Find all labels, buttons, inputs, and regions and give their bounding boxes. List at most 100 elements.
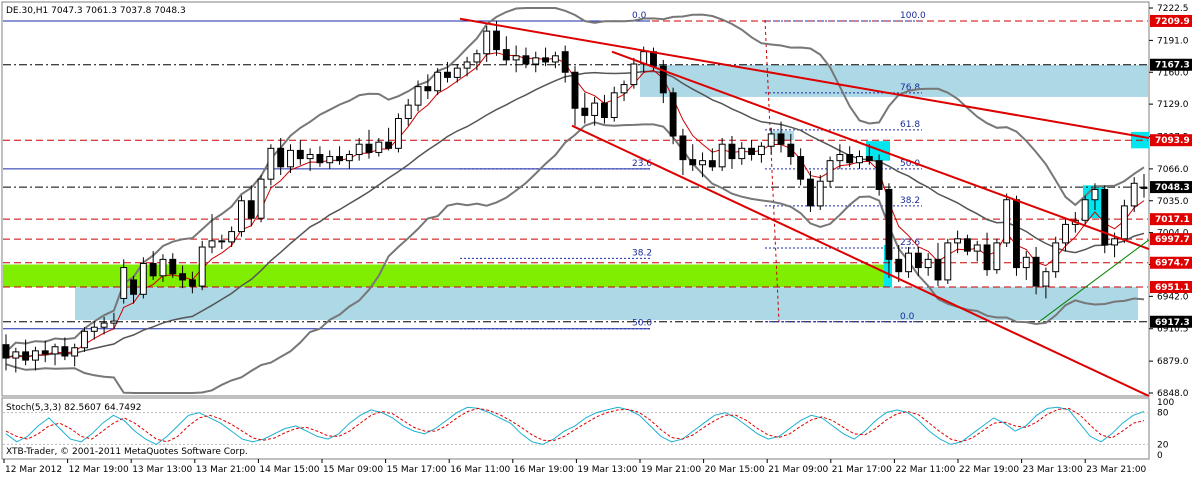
candle-body [787, 143, 795, 158]
candle-body [620, 84, 628, 94]
candle [267, 144, 275, 186]
candle-body [934, 258, 942, 281]
main-panel-frame [1, 1, 1150, 397]
candle-body [149, 262, 157, 277]
candle-body [228, 231, 236, 243]
candle-body [326, 156, 334, 164]
zone-upper-blue [640, 65, 1148, 97]
candle-body [650, 51, 657, 67]
candle-body [944, 242, 952, 281]
candle-body [41, 350, 49, 355]
candle-body [856, 156, 863, 164]
candle-body [581, 107, 589, 116]
price-tag-label: 6974.7 [1155, 259, 1190, 269]
price-chart: 0.023.638.250.0100.076.861.850.038.223.6… [1, 1, 1192, 475]
candle-body [699, 160, 706, 166]
time-tick-label: 19 Mar 13:00 [577, 465, 637, 475]
candle-body [22, 351, 30, 361]
price-tick-label: 7191.0 [1157, 36, 1189, 46]
candle-body [1052, 242, 1060, 273]
fib-right-label: 61.8 [900, 120, 920, 130]
candle-body [679, 135, 687, 161]
candle-body [983, 244, 991, 271]
candle-body [159, 258, 167, 277]
time-tick-label: 22 Mar 19:00 [959, 465, 1019, 475]
candle-body [444, 71, 451, 78]
candle-body [600, 102, 608, 118]
candle-body [81, 330, 88, 349]
candle-body [1003, 199, 1011, 244]
candle-body [905, 252, 912, 273]
time-tick-label: 22 Mar 11:00 [895, 465, 955, 475]
price-tag-label: 6951.1 [1155, 283, 1190, 293]
candle-body [267, 147, 275, 180]
time-tick-label: 13 Mar 13:00 [132, 465, 192, 475]
fib-left-label: 38.2 [632, 248, 652, 258]
candle-body [1140, 186, 1148, 189]
candle-body [591, 102, 599, 116]
price-tag-label: 6917.3 [1155, 318, 1190, 328]
candle [993, 238, 1001, 274]
candle [238, 195, 245, 237]
candle-body [51, 346, 59, 355]
candle-body [816, 180, 824, 207]
candle-body [532, 57, 540, 65]
candle-body [345, 153, 353, 162]
candle-body [1101, 188, 1109, 246]
candle-body [669, 92, 677, 137]
candle-body [316, 153, 324, 164]
candle [394, 113, 402, 153]
stoch-tick-label: 0 [1157, 451, 1163, 461]
candle-body [1120, 205, 1128, 240]
candle [669, 87, 677, 145]
candle-body [561, 51, 569, 73]
price-tag-label: 7167.3 [1155, 61, 1190, 71]
candle-body [355, 143, 363, 155]
candle-body [483, 30, 491, 55]
candle-body [502, 49, 510, 61]
candle-body [1081, 199, 1089, 221]
candle-body [875, 160, 883, 190]
candle-body [188, 279, 196, 287]
time-tick-label: 16 Mar 11:00 [450, 465, 510, 475]
candle-body [571, 71, 579, 109]
candle-body [130, 279, 137, 295]
price-tick-label: 7066.0 [1157, 165, 1189, 175]
candle-body [1062, 223, 1069, 244]
stoch-tick-label: 80 [1157, 409, 1169, 419]
candle-body [797, 156, 805, 180]
price-tag-label: 7017.1 [1155, 215, 1190, 225]
fib-right-label: 23.6 [900, 238, 920, 248]
time-tick-label: 23 Mar 13:00 [1023, 465, 1083, 475]
candle-body [963, 238, 971, 252]
candle [198, 240, 206, 291]
candle-body [424, 86, 432, 92]
candle-body [208, 240, 216, 248]
candle-body [973, 244, 981, 252]
candle-body [1032, 256, 1040, 287]
candle [1003, 193, 1011, 248]
candle-body [718, 143, 726, 168]
price-tick-label: 7129.0 [1157, 100, 1189, 110]
candle-body [120, 267, 128, 299]
price-tag-label: 7209.9 [1155, 17, 1190, 27]
candle-body [306, 153, 314, 160]
candle-body [728, 143, 736, 160]
candle-body [90, 326, 98, 332]
price-tag-label: 7048.3 [1155, 183, 1190, 193]
fib-right-label: 100.0 [900, 11, 926, 21]
candle-body [630, 63, 638, 86]
candle-body [169, 258, 177, 275]
candle-body [414, 86, 422, 106]
fib-left-label: 23.6 [632, 159, 652, 169]
time-tick-label: 12 Mar 19:00 [69, 465, 129, 475]
price-tick-label: 7035.0 [1157, 197, 1189, 207]
candle-body [31, 350, 39, 361]
candle-body [277, 147, 285, 168]
candle-body [296, 149, 304, 160]
candle [1101, 185, 1109, 254]
candle-body [512, 55, 520, 61]
time-tick-label: 21 Mar 09:00 [768, 465, 828, 475]
candle-body [757, 145, 765, 155]
candle-body [748, 147, 756, 155]
